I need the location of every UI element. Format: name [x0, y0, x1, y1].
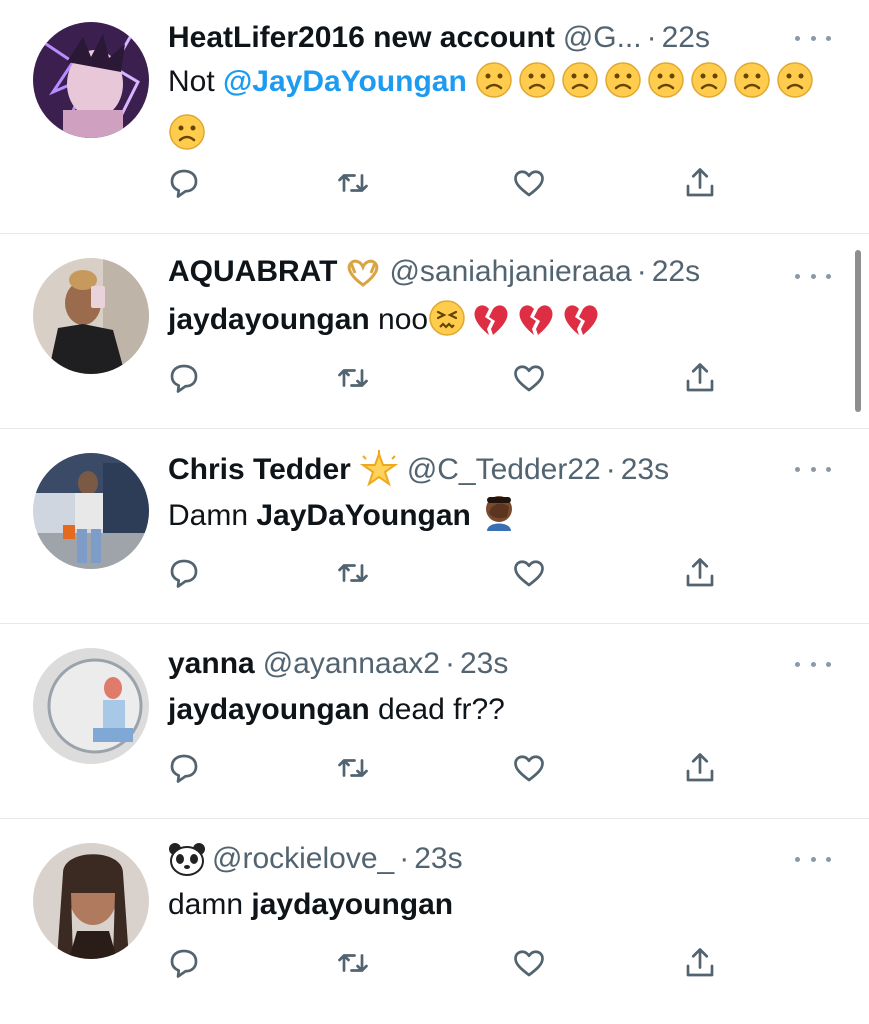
broken-heart-emoji	[516, 301, 556, 350]
retweet-icon[interactable]	[333, 748, 373, 788]
separator: ·	[636, 255, 647, 288]
tweet-text: jaydayoungan dead fr??	[168, 688, 848, 732]
display-name[interactable]: HeatLifer2016 new account	[168, 18, 555, 58]
separator: ·	[646, 21, 657, 54]
tweet-actions	[0, 553, 869, 593]
more-icon[interactable]	[795, 459, 831, 479]
heart-hands-icon	[345, 257, 381, 287]
avatar[interactable]	[33, 453, 149, 569]
display-name[interactable]: Chris Tedder	[168, 450, 351, 490]
like-icon[interactable]	[509, 553, 549, 593]
retweet-icon[interactable]	[333, 553, 373, 593]
tweet-2[interactable]: AQUABRAT @saniahjanieraaa · 22s jaydayou…	[0, 234, 869, 428]
separator: ·	[605, 453, 616, 486]
frowning-face-emoji	[690, 61, 728, 112]
tweet-text-prefix: Not	[168, 65, 224, 98]
username[interactable]: @rockielove_	[212, 839, 394, 879]
frowning-face-emoji	[518, 61, 556, 112]
like-icon[interactable]	[509, 943, 549, 983]
mention-link[interactable]: @JayDaYoungan	[223, 65, 467, 98]
tweet-text-bold: jaydayoungan	[168, 303, 370, 336]
tweet-actions	[0, 163, 869, 203]
tweet-actions	[0, 358, 869, 398]
like-icon[interactable]	[509, 358, 549, 398]
username[interactable]: @saniahjanieraaa	[389, 252, 631, 292]
reply-icon[interactable]	[164, 358, 204, 398]
more-icon[interactable]	[795, 28, 831, 48]
tweet-1[interactable]: HeatLifer2016 new account @G... · 22s No…	[0, 0, 869, 233]
reply-icon[interactable]	[164, 163, 204, 203]
timestamp[interactable]: 22s	[652, 252, 700, 292]
username[interactable]: @C_Tedder22	[407, 450, 601, 490]
like-icon[interactable]	[509, 748, 549, 788]
panda-icon	[168, 842, 206, 876]
face-palm-emoji	[479, 493, 519, 546]
username[interactable]: @G...	[563, 18, 642, 58]
display-name[interactable]: yanna	[168, 644, 255, 684]
tweet-actions	[0, 943, 869, 983]
frowning-face-emoji	[647, 61, 685, 112]
share-icon[interactable]	[680, 553, 720, 593]
tweet-3[interactable]: Chris Tedder @C_Tedder22 · 23s Damn JayD…	[0, 429, 869, 623]
frowning-face-emoji	[561, 61, 599, 112]
tweet-text-bold: JayDaYoungan	[256, 499, 471, 532]
frowning-face-emoji	[733, 61, 771, 112]
frowning-face-emoji	[475, 61, 513, 112]
tweet-text-rest: dead fr??	[369, 693, 505, 726]
broken-heart-emoji	[471, 301, 511, 350]
avatar[interactable]	[33, 258, 149, 374]
tweet-text-rest: noo	[369, 303, 429, 336]
frowning-face-emoji	[604, 61, 642, 112]
reply-icon[interactable]	[164, 553, 204, 593]
retweet-icon[interactable]	[333, 163, 373, 203]
tweet-text: Not @JayDaYoungan	[168, 60, 848, 164]
like-icon[interactable]	[509, 163, 549, 203]
persevering-face-emoji	[428, 299, 466, 350]
separator: ·	[399, 842, 410, 875]
tweet-text-prefix: damn	[168, 888, 252, 921]
tweet-text-bold: jaydayoungan	[251, 888, 454, 921]
retweet-icon[interactable]	[333, 358, 373, 398]
retweet-icon[interactable]	[333, 943, 373, 983]
scrollbar[interactable]	[855, 250, 861, 412]
tweet-4[interactable]: yanna @ayannaax2 · 23s jaydayoungan dead…	[0, 624, 869, 818]
tweet-5[interactable]: @rockielove_ · 23s damn jaydayoungan	[0, 819, 869, 1024]
reply-icon[interactable]	[164, 748, 204, 788]
share-icon[interactable]	[680, 163, 720, 203]
glowing-star-icon	[359, 450, 399, 490]
display-name[interactable]: AQUABRAT	[168, 252, 337, 292]
tweet-text: Damn JayDaYoungan	[168, 493, 848, 546]
more-icon[interactable]	[795, 266, 831, 286]
tweet-text: jaydayoungan noo	[168, 298, 848, 350]
share-icon[interactable]	[680, 943, 720, 983]
share-icon[interactable]	[680, 358, 720, 398]
timestamp[interactable]: 22s	[662, 18, 710, 58]
tweet-text: damn jaydayoungan	[168, 883, 848, 927]
reply-icon[interactable]	[164, 943, 204, 983]
broken-heart-emoji	[561, 301, 601, 350]
frowning-face-emoji	[168, 113, 206, 164]
avatar[interactable]	[33, 648, 149, 764]
tweet-actions	[0, 748, 869, 788]
frowning-face-emoji	[776, 61, 814, 112]
tweet-text-prefix: Damn	[168, 499, 257, 532]
more-icon[interactable]	[795, 654, 831, 674]
more-icon[interactable]	[795, 849, 831, 869]
avatar[interactable]	[33, 22, 149, 138]
timestamp[interactable]: 23s	[621, 450, 669, 490]
username[interactable]: @ayannaax2	[263, 644, 440, 684]
timestamp[interactable]: 23s	[460, 644, 508, 684]
separator: ·	[444, 647, 455, 680]
timestamp[interactable]: 23s	[414, 839, 462, 879]
share-icon[interactable]	[680, 748, 720, 788]
tweet-text-bold: jaydayoungan	[168, 693, 370, 726]
avatar[interactable]	[33, 843, 149, 959]
